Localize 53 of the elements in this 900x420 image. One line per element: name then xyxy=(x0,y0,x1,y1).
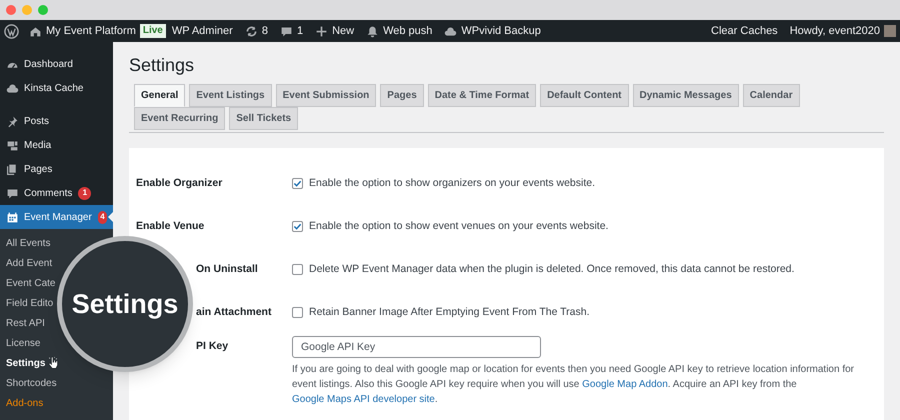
count-badge: 1 xyxy=(78,186,92,200)
setting-label: PI Key xyxy=(196,340,228,352)
settings-tab[interactable]: Default Content xyxy=(540,84,629,107)
setting-label: On Uninstall xyxy=(196,262,258,275)
settings-tab[interactable]: Calendar xyxy=(742,84,800,107)
option-description: Retain Banner Image After Emptying Event From The Trash. xyxy=(309,304,590,320)
sidebar-item[interactable]: Pages xyxy=(0,157,113,181)
settings-tab[interactable]: Event Submission xyxy=(276,84,376,107)
live-badge: Live xyxy=(140,24,166,38)
settings-tab[interactable]: Pages xyxy=(380,84,424,107)
help-link[interactable]: Google Maps API developer site xyxy=(292,394,435,405)
submenu-item[interactable]: License xyxy=(6,336,40,350)
count-badge: 4 xyxy=(98,210,107,224)
settings-tab[interactable]: Event Listings xyxy=(189,84,272,107)
submenu-item[interactable]: Event Cate xyxy=(6,276,56,290)
admin-bar-item[interactable]: 1 xyxy=(280,22,304,40)
settings-tab[interactable]: Sell Tickets xyxy=(229,107,298,130)
settings-tab[interactable]: Dynamic Messages xyxy=(632,84,739,107)
magnified-label: Settings xyxy=(72,288,178,321)
help-text: If you are going to deal with google map or location for events then you need Google API key to retrieve location information for event listings. Also this Google API key require when you will use Google Map Addon. Acquire an API key from the Google Maps API developer site. xyxy=(292,363,856,407)
admin-bar-item[interactable]: 8 xyxy=(244,22,268,40)
option-description: Delete WP Event Manager data when the plugin is deleted. Once removed, this data cannot be restored. xyxy=(309,262,794,277)
admin-bar-item[interactable]: WPvivid Backup xyxy=(444,22,541,40)
submenu-item[interactable]: Field Edito xyxy=(6,296,54,310)
api-key-field[interactable]: Google API Key xyxy=(292,336,541,358)
setting-label: ain Attachment xyxy=(196,306,272,318)
help-link[interactable]: Google Map Addon xyxy=(582,379,668,390)
option-description: Enable the option to show event venues on your events website. xyxy=(309,218,608,234)
sidebar-item[interactable]: Posts xyxy=(0,109,113,133)
sidebar-item[interactable]: Comments 1 xyxy=(0,181,113,205)
admin-bar-item[interactable]: WP Adminer xyxy=(172,22,233,40)
submenu-item[interactable]: Settings xyxy=(6,356,46,370)
setting-label: Enable Organizer xyxy=(136,176,222,189)
admin-bar-link[interactable]: Howdy, event2020 xyxy=(790,22,880,40)
sidebar-item[interactable]: Media xyxy=(0,133,113,157)
submenu-item[interactable]: Add-ons xyxy=(6,396,44,410)
submenu-item[interactable]: Add Event xyxy=(6,256,52,270)
option-description: Enable the option to show organizers on your events website. xyxy=(309,176,596,191)
sidebar-item[interactable]: Kinsta Cache xyxy=(0,76,113,100)
page-title: Settings xyxy=(129,54,196,76)
settings-tab[interactable]: General xyxy=(134,84,186,107)
admin-bar-link[interactable]: Clear Caches xyxy=(711,22,778,40)
site-name-link[interactable]: My Event Platform xyxy=(46,22,136,40)
setting-label: Enable Venue xyxy=(136,220,204,232)
submenu-item[interactable]: All Events xyxy=(6,236,50,250)
submenu-item[interactable]: Rest API xyxy=(6,316,45,330)
sidebar-item[interactable]: Event Manager 4 xyxy=(0,205,113,229)
settings-tab[interactable]: Event Recurring xyxy=(134,107,226,130)
settings-tab[interactable]: Date & Time Format xyxy=(428,84,536,107)
submenu-item[interactable]: Shortcodes xyxy=(6,376,57,390)
sidebar-item[interactable]: Dashboard xyxy=(0,52,113,76)
admin-bar-item[interactable]: New xyxy=(315,22,354,40)
admin-bar-item[interactable]: Web push xyxy=(366,22,432,40)
